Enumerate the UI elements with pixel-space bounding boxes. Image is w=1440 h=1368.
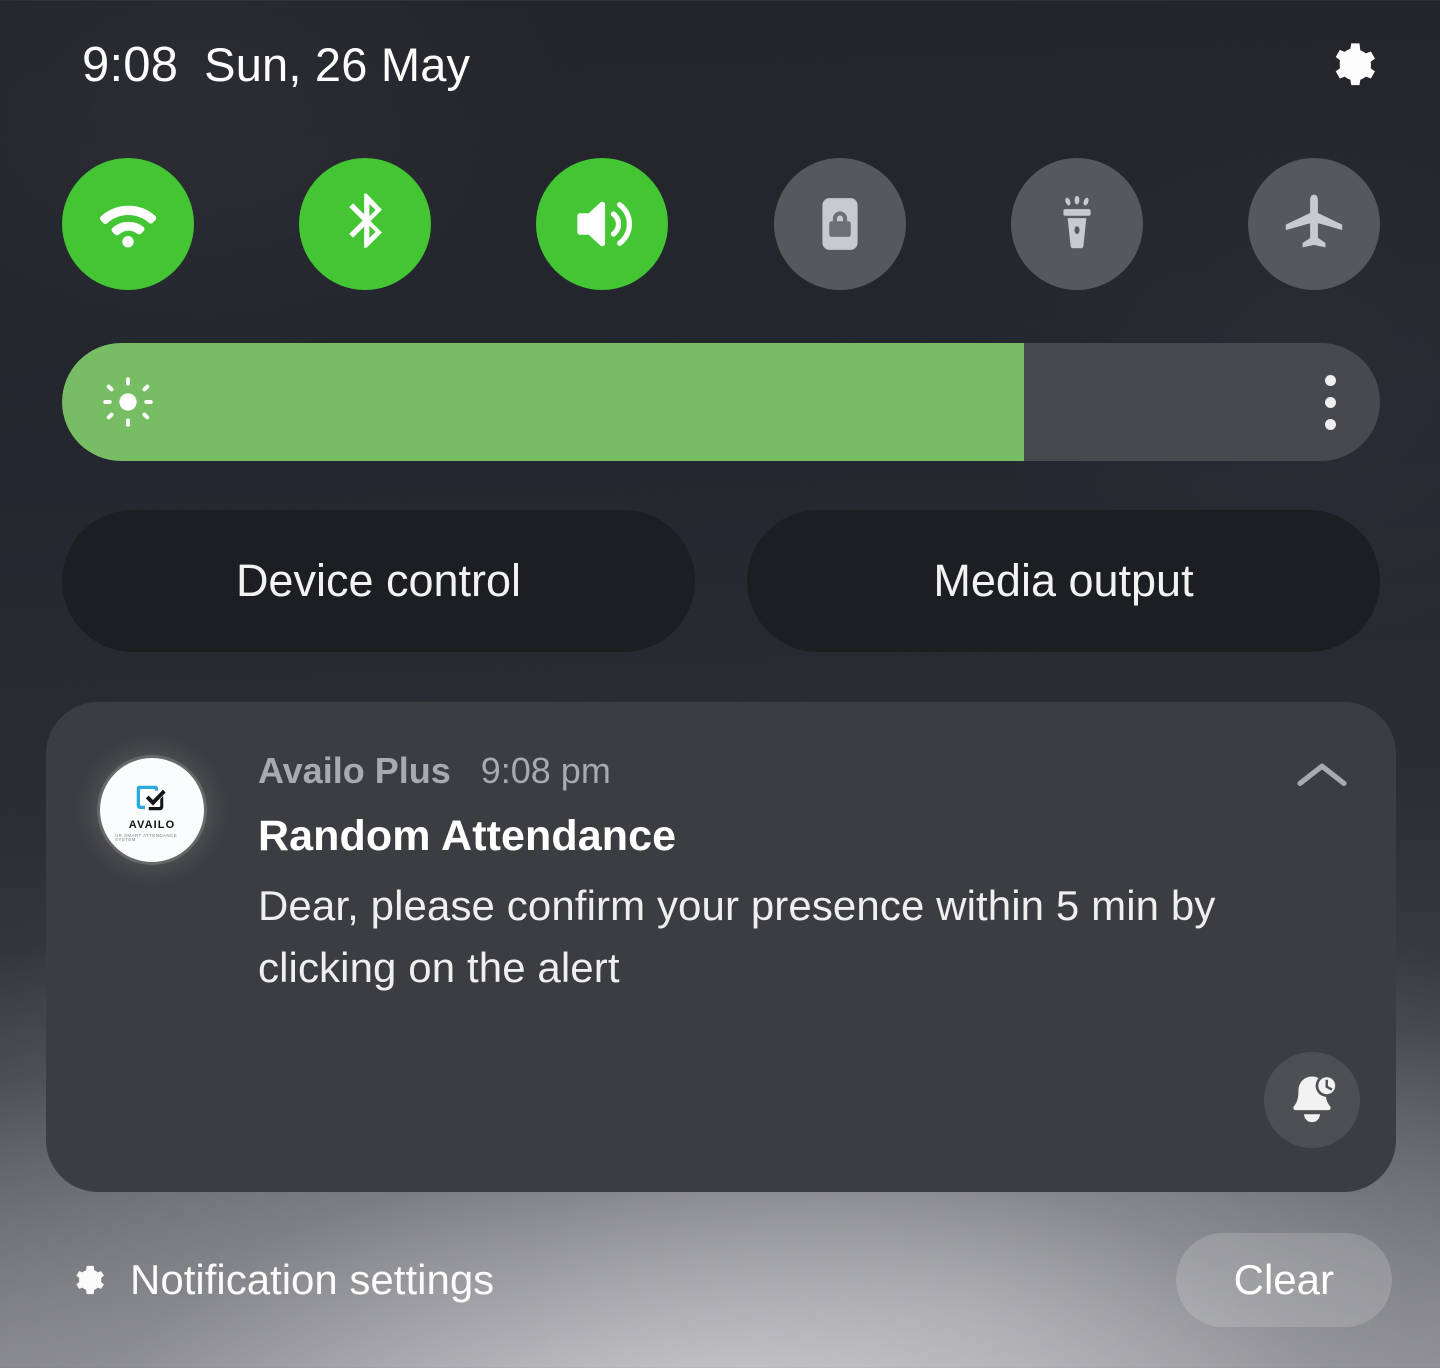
toggle-wifi[interactable] <box>62 158 194 290</box>
notification-availo-plus[interactable]: AVAILO HR SMART ATTENDANCE SYSTEM Availo… <box>46 702 1396 1192</box>
flashlight-icon <box>1045 192 1109 256</box>
notification-app-name: Availo Plus <box>258 750 451 791</box>
more-vertical-icon-dot <box>1325 396 1336 408</box>
chevron-up-icon <box>1294 758 1350 792</box>
bell-clock-icon <box>1283 1071 1341 1129</box>
status-date: Sun, 26 May <box>204 38 471 91</box>
notification-title: Random Attendance <box>258 812 677 860</box>
notification-shade-card: AVAILO HR SMART ATTENDANCE SYSTEM Availo… <box>46 702 1396 1192</box>
wifi-icon <box>91 187 165 261</box>
clear-all-button[interactable]: Clear <box>1175 1233 1392 1327</box>
notification-snooze-button[interactable] <box>1264 1052 1360 1148</box>
notification-header: AVAILO HR SMART ATTENDANCE SYSTEM Availo… <box>100 748 1356 998</box>
availo-brand-text: AVAILO <box>128 818 176 831</box>
brightness-slider-fill <box>62 343 1025 461</box>
toggle-airplane-mode[interactable] <box>1247 158 1380 290</box>
notification-footer: Notification settings Clear <box>0 1192 1440 1368</box>
quick-settings-toggles <box>62 158 1380 290</box>
shortcut-pill-row: Device control Media output <box>62 510 1380 652</box>
toggle-auto-rotate[interactable] <box>773 158 906 290</box>
notification-settings-button[interactable]: Notification settings <box>68 1256 494 1304</box>
status-time: 9:08 <box>82 38 179 92</box>
status-bar: 9:08 Sun, 26 May <box>0 0 1440 130</box>
rotation-lock-icon <box>807 191 873 257</box>
more-vertical-icon-dot <box>1325 374 1336 386</box>
notification-meta: Availo Plus 9:08 pm <box>258 750 1288 792</box>
clock-date-group: 9:08 Sun, 26 May <box>82 37 470 93</box>
more-vertical-icon-dot <box>1325 418 1336 430</box>
notification-collapse-button[interactable] <box>1288 758 1356 818</box>
bluetooth-icon <box>330 189 400 259</box>
settings-button[interactable] <box>1318 32 1384 98</box>
notification-settings-label: Notification settings <box>130 1256 495 1303</box>
notification-timestamp: 9:08 pm <box>480 750 611 791</box>
airplane-icon <box>1278 188 1350 260</box>
gear-icon <box>1325 39 1377 91</box>
notification-content: Availo Plus 9:08 pm Random Attendance De… <box>204 748 1288 998</box>
availo-tagline-text: HR SMART ATTENDANCE SYSTEM <box>115 832 178 842</box>
gear-icon <box>68 1261 106 1299</box>
toggle-bluetooth[interactable] <box>299 158 432 290</box>
media-output-button[interactable]: Media output <box>747 510 1380 652</box>
avatar: AVAILO HR SMART ATTENDANCE SYSTEM <box>100 758 204 862</box>
brightness-more-button[interactable] <box>1325 343 1336 461</box>
device-control-button[interactable]: Device control <box>62 510 695 652</box>
notification-text: Dear, please confirm your presence withi… <box>258 882 1216 991</box>
availo-check-shield-icon: AVAILO HR SMART ATTENDANCE SYSTEM <box>115 773 189 847</box>
toggle-flashlight[interactable] <box>1010 158 1143 290</box>
toggle-sound[interactable] <box>536 158 669 290</box>
volume-icon <box>565 187 639 261</box>
brightness-sun-icon <box>100 343 156 461</box>
brightness-slider[interactable] <box>62 343 1380 461</box>
